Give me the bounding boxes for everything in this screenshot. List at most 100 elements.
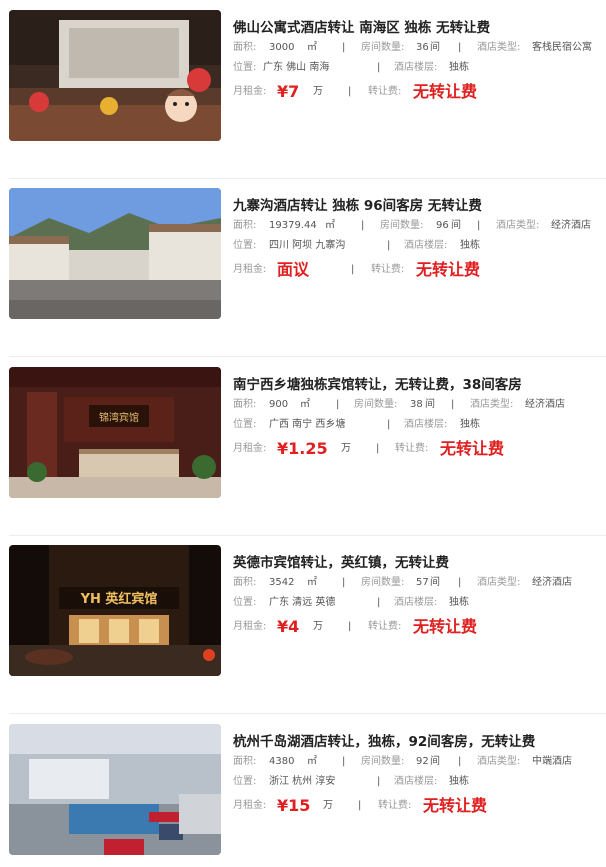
listing-location-row: 位置: 四川 阿坝 九寨沟 | 酒店楼层: 独栋 — [233, 236, 598, 256]
listing-thumbnail[interactable]: 锦湾宾馆 — [9, 367, 221, 498]
listing-list: 佛山公寓式酒店转让 南海区 独栋 无转让费 面积: 3000 ㎡ | 房间数量:… — [0, 0, 606, 867]
hotel-reception-photo: 锦湾宾馆 — [9, 367, 221, 498]
separator: | — [361, 220, 365, 231]
listing-location-row: 位置: 浙江 杭州 淳安 | 酒店楼层: 独栋 — [233, 772, 598, 792]
location-label: 位置: — [233, 419, 257, 430]
floor-value: 独栋 — [449, 776, 469, 787]
rent-label: 月租金: — [233, 621, 267, 632]
listing-location-row: 位置: 广东 清远 英德 | 酒店楼层: 独栋 — [233, 593, 598, 613]
hotel-type-label: 酒店类型: — [477, 756, 521, 767]
transfer-fee-value: 无转让费 — [423, 796, 488, 815]
rent-unit: 万 — [313, 86, 323, 97]
listing-thumbnail[interactable] — [9, 724, 221, 855]
area-label: 面积: — [233, 756, 257, 767]
area-unit: ㎡ — [307, 756, 317, 767]
listing-title[interactable]: 佛山公寓式酒店转让 南海区 独栋 无转让费 — [233, 18, 598, 38]
transfer-fee-value: 无转让费 — [413, 82, 478, 101]
listing-location-row: 位置: 广西 南宁 西乡塘 | 酒店楼层: 独栋 — [233, 415, 598, 435]
area-value: 19379.44 — [269, 220, 317, 231]
hotel-type-value: 中端酒店 — [532, 756, 572, 767]
room-unit: 间 — [430, 42, 440, 53]
listing-title[interactable]: 杭州千岛湖酒店转让，独栋，92间客房，无转让费 — [233, 732, 598, 752]
transfer-fee-label: 转让费: — [395, 443, 429, 454]
floor-value: 独栋 — [460, 240, 480, 251]
room-unit: 间 — [430, 756, 440, 767]
hotel-type-value: 经济酒店 — [532, 577, 572, 588]
rooms-value: 57 — [416, 577, 429, 588]
listing-specs-row: 面积: 900 ㎡ | 房间数量: 38 间 | 酒店类型: 经济酒店 — [233, 395, 598, 415]
separator: | — [342, 42, 346, 53]
rent-unit: 万 — [341, 443, 351, 454]
separator: | — [458, 577, 462, 588]
listing-thumbnail[interactable] — [9, 188, 221, 319]
listing-price-row: 月租金: 面议 | 转让费: 无转让费 — [233, 257, 598, 283]
separator: | — [348, 621, 352, 632]
room-unit: 间 — [425, 399, 435, 410]
listing-card[interactable]: 佛山公寓式酒店转让 南海区 独栋 无转让费 面积: 3000 ㎡ | 房间数量:… — [0, 0, 606, 179]
separator: | — [342, 756, 346, 767]
listing-thumbnail[interactable] — [9, 10, 221, 141]
separator: | — [358, 800, 362, 811]
rent-value: ¥7 — [277, 82, 300, 101]
listing-price-row: 月租金: ¥4 万 | 转让费: 无转让费 — [233, 614, 598, 640]
separator: | — [336, 399, 340, 410]
listing-specs-row: 面积: 19379.44 ㎡ | 房间数量: 96 间 | 酒店类型: 经济酒店 — [233, 216, 598, 236]
location-label: 位置: — [233, 240, 257, 251]
rent-unit: 万 — [313, 621, 323, 632]
room-unit: 间 — [451, 220, 461, 231]
location-value: 浙江 杭州 淳安 — [269, 776, 336, 787]
area-value: 3000 — [269, 42, 295, 53]
rooms-label: 房间数量: — [380, 220, 424, 231]
listing-price-row: 月租金: ¥15 万 | 转让费: 无转让费 — [233, 793, 598, 819]
floor-label: 酒店楼层: — [404, 419, 448, 430]
rent-value: ¥1.25 — [277, 439, 328, 458]
listing-card[interactable]: YH 英红宾馆 英德市宾馆转让，英红镇，无转让费 面积: 3542 ㎡ | 房间… — [0, 535, 606, 714]
separator: | — [458, 756, 462, 767]
hotel-type-label: 酒店类型: — [496, 220, 540, 231]
listing-card[interactable]: 锦湾宾馆 南宁西乡塘独栋宾馆转让，无转让费，38间客房 面积: 900 ㎡ | … — [0, 357, 606, 536]
area-unit: ㎡ — [307, 577, 317, 588]
listing-thumbnail[interactable]: YH 英红宾馆 — [9, 545, 221, 676]
transfer-fee-value: 无转让费 — [440, 439, 505, 458]
hotel-exterior-photo — [9, 188, 221, 319]
location-value: 四川 阿坝 九寨沟 — [269, 240, 346, 251]
listing-title[interactable]: 九寨沟酒店转让 独栋 96间客房 无转让费 — [233, 196, 598, 216]
area-label: 面积: — [233, 577, 257, 588]
rooms-value: 38 — [410, 399, 423, 410]
hotel-lobby-photo — [9, 10, 221, 141]
listing-title[interactable]: 英德市宾馆转让，英红镇，无转让费 — [233, 553, 598, 573]
rent-label: 月租金: — [233, 264, 267, 275]
floor-label: 酒店楼层: — [394, 62, 438, 73]
separator: | — [477, 220, 481, 231]
hotel-sign-text: YH 英红宾馆 — [80, 591, 158, 607]
listing-card[interactable]: 杭州千岛湖酒店转让，独栋，92间客房，无转让费 面积: 4380 ㎡ | 房间数… — [0, 714, 606, 867]
transfer-fee-label: 转让费: — [368, 621, 402, 632]
listing-title[interactable]: 南宁西乡塘独栋宾馆转让，无转让费，38间客房 — [233, 375, 598, 395]
rent-label: 月租金: — [233, 800, 267, 811]
area-label: 面积: — [233, 399, 257, 410]
area-value: 3542 — [269, 577, 295, 588]
separator: | — [377, 776, 381, 787]
separator: | — [387, 419, 391, 430]
separator: | — [376, 443, 380, 454]
rent-unit: 万 — [323, 800, 333, 811]
separator: | — [451, 399, 455, 410]
floor-label: 酒店楼层: — [394, 776, 438, 787]
separator: | — [348, 86, 352, 97]
separator: | — [377, 62, 381, 73]
listing-location-row: 位置: 广东 佛山 南海 | 酒店楼层: 独栋 — [233, 58, 598, 78]
listing-specs-row: 面积: 3542 ㎡ | 房间数量: 57 间 | 酒店类型: 经济酒店 — [233, 573, 598, 593]
listing-price-row: 月租金: ¥7 万 | 转让费: 无转让费 — [233, 79, 598, 105]
hotel-type-label: 酒店类型: — [470, 399, 514, 410]
rent-value: ¥4 — [277, 617, 300, 636]
room-unit: 间 — [430, 577, 440, 588]
rooms-label: 房间数量: — [354, 399, 398, 410]
hotel-sign-text: 锦湾宾馆 — [99, 411, 139, 424]
hotel-type-value: 客栈民宿公寓 — [532, 42, 592, 53]
area-unit: ㎡ — [307, 42, 317, 53]
rooms-value: 36 — [416, 42, 429, 53]
floor-label: 酒店楼层: — [404, 240, 448, 251]
area-label: 面积: — [233, 220, 257, 231]
transfer-fee-value: 无转让费 — [413, 617, 478, 636]
listing-card[interactable]: 九寨沟酒店转让 独栋 96间客房 无转让费 面积: 19379.44 ㎡ | 房… — [0, 178, 606, 357]
